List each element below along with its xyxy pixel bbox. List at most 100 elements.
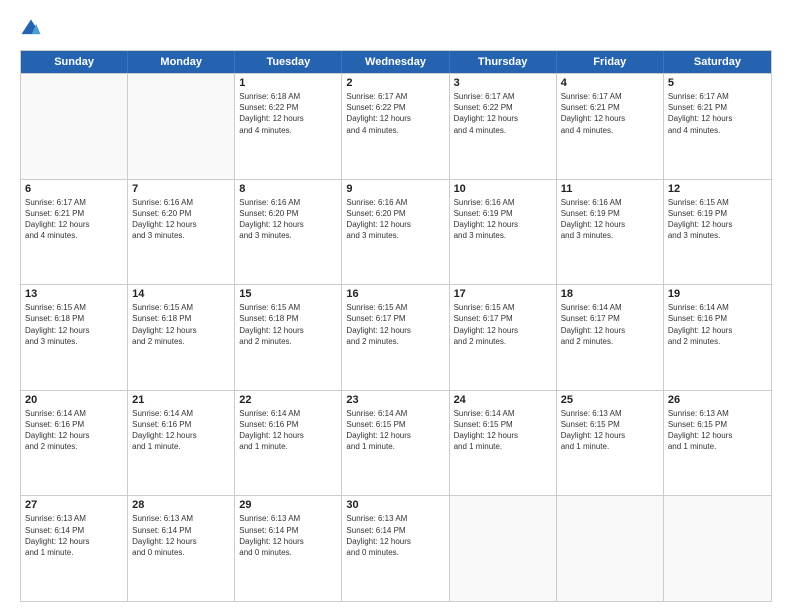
day-number: 21 [132,394,230,406]
day-info: Sunrise: 6:15 AM Sunset: 6:17 PM Dayligh… [454,302,552,347]
cal-cell: 14Sunrise: 6:15 AM Sunset: 6:18 PM Dayli… [128,285,235,390]
day-info: Sunrise: 6:14 AM Sunset: 6:16 PM Dayligh… [239,408,337,453]
day-number: 7 [132,183,230,195]
day-number: 24 [454,394,552,406]
day-number: 17 [454,288,552,300]
day-number: 20 [25,394,123,406]
day-number: 27 [25,499,123,511]
cal-cell: 21 Sunrise: 6:14 AM Sunset: 6:16 PM Dayli… [128,391,235,496]
day-info: Sunrise: 6:14 AM Sunset: 6:15 PM Dayligh… [454,408,552,453]
header-cell-tuesday: Tuesday [235,51,342,73]
day-info: Sunrise: 6:13 AM Sunset: 6:14 PM Dayligh… [25,513,123,558]
week-row-5: 27 Sunrise: 6:13 AM Sunset: 6:14 PM Dayli… [21,495,771,601]
header-cell-wednesday: Wednesday [342,51,449,73]
day-info: Sunrise: 6:14 AM Sunset: 6:16 PM Dayligh… [25,408,123,453]
day-number: 12 [668,183,767,195]
cal-cell [557,496,664,601]
week-row-1: 1 Sunrise: 6:18 AM Sunset: 6:22 PM Daylig… [21,73,771,179]
day-number: 8 [239,183,337,195]
cal-cell: 13 Sunrise: 6:15 AM Sunset: 6:18 PM Dayli… [21,285,128,390]
day-number: 13 [25,288,123,300]
header-cell-friday: Friday [557,51,664,73]
day-info: Sunrise: 6:16 AM Sunset: 6:19 PM Dayligh… [561,197,659,242]
header-cell-sunday: Sunday [21,51,128,73]
day-info: Sunrise: 6:15 AM Sunset: 6:18 PM Dayligh… [132,302,230,347]
day-number: 28 [132,499,230,511]
cal-cell: 23 Sunrise: 6:14 AM Sunset: 6:15 PM Dayli… [342,391,449,496]
day-number: 3 [454,77,552,89]
week-row-4: 20 Sunrise: 6:14 AM Sunset: 6:16 PM Dayli… [21,390,771,496]
cal-cell: 25 Sunrise: 6:13 AM Sunset: 6:15 PM Dayli… [557,391,664,496]
day-info: Sunrise: 6:14 AM Sunset: 6:15 PM Dayligh… [346,408,444,453]
day-info: Sunrise: 6:16 AM Sunset: 6:19 PM Dayligh… [454,197,552,242]
day-number: 19 [668,288,767,300]
cal-cell: 9 Sunrise: 6:16 AM Sunset: 6:20 PM Daylig… [342,180,449,285]
day-number: 26 [668,394,767,406]
page-header [20,18,772,40]
day-number: 25 [561,394,659,406]
cal-cell: 18 Sunrise: 6:14 AM Sunset: 6:17 PM Dayli… [557,285,664,390]
cal-cell: 7 Sunrise: 6:16 AM Sunset: 6:20 PM Daylig… [128,180,235,285]
day-number: 6 [25,183,123,195]
cal-cell: 11 Sunrise: 6:16 AM Sunset: 6:19 PM Dayli… [557,180,664,285]
day-info: Sunrise: 6:14 AM Sunset: 6:16 PM Dayligh… [132,408,230,453]
calendar-header: SundayMondayTuesdayWednesdayThursdayFrid… [21,51,771,73]
day-info: Sunrise: 6:16 AM Sunset: 6:20 PM Dayligh… [132,197,230,242]
day-info: Sunrise: 6:17 AM Sunset: 6:21 PM Dayligh… [561,91,659,136]
day-info: Sunrise: 6:13 AM Sunset: 6:15 PM Dayligh… [668,408,767,453]
day-info: Sunrise: 6:17 AM Sunset: 6:21 PM Dayligh… [668,91,767,136]
day-number: 22 [239,394,337,406]
day-number: 18 [561,288,659,300]
day-info: Sunrise: 6:15 AM Sunset: 6:17 PM Dayligh… [346,302,444,347]
day-number: 30 [346,499,444,511]
cal-cell: 17 Sunrise: 6:15 AM Sunset: 6:17 PM Dayli… [450,285,557,390]
cal-cell: 1 Sunrise: 6:18 AM Sunset: 6:22 PM Daylig… [235,74,342,179]
cal-cell: 3Sunrise: 6:17 AM Sunset: 6:22 PM Daylig… [450,74,557,179]
day-number: 10 [454,183,552,195]
day-number: 1 [239,77,337,89]
cal-cell: 2 Sunrise: 6:17 AM Sunset: 6:22 PM Daylig… [342,74,449,179]
day-info: Sunrise: 6:13 AM Sunset: 6:14 PM Dayligh… [346,513,444,558]
cal-cell: 27 Sunrise: 6:13 AM Sunset: 6:14 PM Dayli… [21,496,128,601]
cal-cell: 10 Sunrise: 6:16 AM Sunset: 6:19 PM Dayli… [450,180,557,285]
day-number: 9 [346,183,444,195]
cal-cell: 12Sunrise: 6:15 AM Sunset: 6:19 PM Dayli… [664,180,771,285]
day-number: 2 [346,77,444,89]
cal-cell: 20 Sunrise: 6:14 AM Sunset: 6:16 PM Dayli… [21,391,128,496]
logo-icon [20,18,42,40]
day-number: 23 [346,394,444,406]
cal-cell: 26 Sunrise: 6:13 AM Sunset: 6:15 PM Dayli… [664,391,771,496]
cal-cell: 15 Sunrise: 6:15 AM Sunset: 6:18 PM Dayli… [235,285,342,390]
day-info: Sunrise: 6:14 AM Sunset: 6:16 PM Dayligh… [668,302,767,347]
calendar-body: 1 Sunrise: 6:18 AM Sunset: 6:22 PM Daylig… [21,73,771,601]
day-number: 15 [239,288,337,300]
cal-cell: 28 Sunrise: 6:13 AM Sunset: 6:14 PM Dayli… [128,496,235,601]
week-row-3: 13 Sunrise: 6:15 AM Sunset: 6:18 PM Dayli… [21,284,771,390]
day-info: Sunrise: 6:17 AM Sunset: 6:22 PM Dayligh… [346,91,444,136]
day-info: Sunrise: 6:15 AM Sunset: 6:18 PM Dayligh… [239,302,337,347]
day-info: Sunrise: 6:13 AM Sunset: 6:14 PM Dayligh… [239,513,337,558]
header-cell-thursday: Thursday [450,51,557,73]
day-number: 29 [239,499,337,511]
cal-cell [450,496,557,601]
day-number: 16 [346,288,444,300]
cal-cell: 19 Sunrise: 6:14 AM Sunset: 6:16 PM Dayli… [664,285,771,390]
cal-cell [128,74,235,179]
logo [20,18,46,40]
cal-cell: 5 Sunrise: 6:17 AM Sunset: 6:21 PM Daylig… [664,74,771,179]
cal-cell: 30 Sunrise: 6:13 AM Sunset: 6:14 PM Dayli… [342,496,449,601]
cal-cell: 22 Sunrise: 6:14 AM Sunset: 6:16 PM Dayli… [235,391,342,496]
week-row-2: 6Sunrise: 6:17 AM Sunset: 6:21 PM Daylig… [21,179,771,285]
day-info: Sunrise: 6:13 AM Sunset: 6:15 PM Dayligh… [561,408,659,453]
day-info: Sunrise: 6:13 AM Sunset: 6:14 PM Dayligh… [132,513,230,558]
cal-cell: 6Sunrise: 6:17 AM Sunset: 6:21 PM Daylig… [21,180,128,285]
day-number: 5 [668,77,767,89]
day-info: Sunrise: 6:14 AM Sunset: 6:17 PM Dayligh… [561,302,659,347]
cal-cell: 4Sunrise: 6:17 AM Sunset: 6:21 PM Daylig… [557,74,664,179]
day-info: Sunrise: 6:16 AM Sunset: 6:20 PM Dayligh… [346,197,444,242]
day-info: Sunrise: 6:15 AM Sunset: 6:18 PM Dayligh… [25,302,123,347]
cal-cell: 24 Sunrise: 6:14 AM Sunset: 6:15 PM Dayli… [450,391,557,496]
day-number: 11 [561,183,659,195]
day-info: Sunrise: 6:16 AM Sunset: 6:20 PM Dayligh… [239,197,337,242]
day-info: Sunrise: 6:18 AM Sunset: 6:22 PM Dayligh… [239,91,337,136]
